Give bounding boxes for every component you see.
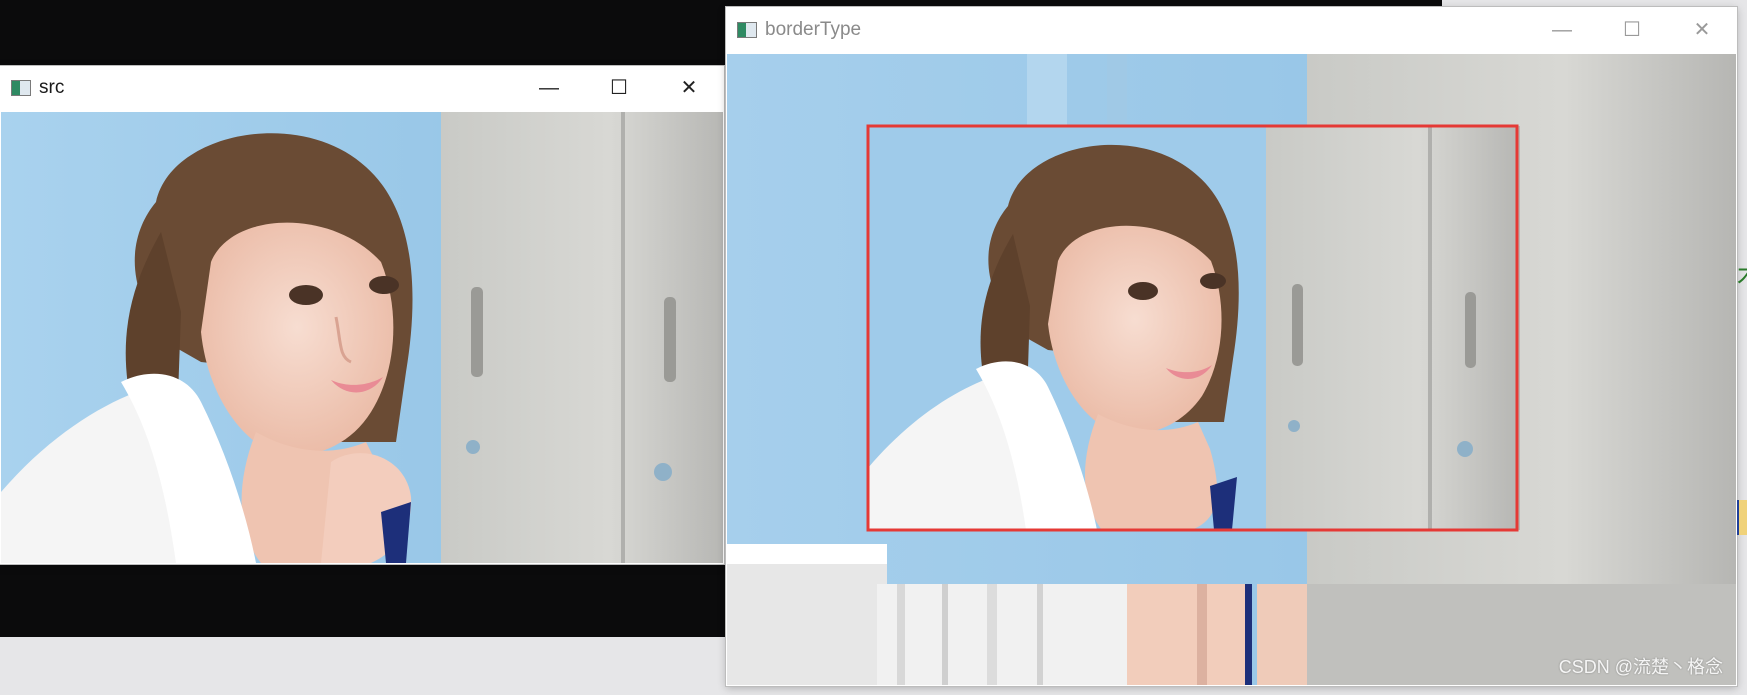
src-image <box>1 112 723 563</box>
watermark-text: CSDN @流楚丶格念 <box>1558 657 1723 677</box>
window-title: borderType <box>765 19 862 40</box>
maximize-icon: ☐ <box>610 77 628 99</box>
minimize-button[interactable]: — <box>1527 7 1597 53</box>
src-titlebar[interactable]: src — ☐ ✕ <box>0 66 724 110</box>
app-icon <box>737 22 757 38</box>
close-button[interactable]: ✕ <box>1667 7 1737 53</box>
app-icon <box>11 80 31 96</box>
src-window[interactable]: src — ☐ ✕ <box>0 66 724 564</box>
minimize-icon: — <box>539 77 559 99</box>
close-button[interactable]: ✕ <box>654 66 724 110</box>
maximize-icon: ☐ <box>1623 19 1641 41</box>
minimize-button[interactable]: — <box>514 66 584 110</box>
bordertype-image: CSDN @流楚丶格念 <box>727 54 1736 685</box>
bordertype-titlebar[interactable]: borderType — ☐ ✕ <box>726 7 1737 53</box>
desktop-black-bottom-left <box>0 563 726 637</box>
close-icon: ✕ <box>1693 19 1711 41</box>
replicated-border-photo <box>727 54 1736 685</box>
bordertype-window[interactable]: borderType — ☐ ✕ CSDN @流楚丶格念 <box>726 7 1737 686</box>
window-title: src <box>39 77 65 98</box>
maximize-button[interactable]: ☐ <box>1597 7 1667 53</box>
minimize-icon: — <box>1552 19 1572 41</box>
edge-partial-strip <box>1737 500 1747 535</box>
maximize-button[interactable]: ☐ <box>584 66 654 110</box>
close-icon: ✕ <box>680 77 698 99</box>
desktop-black-top <box>0 0 726 66</box>
portrait-photo <box>1 112 723 563</box>
edge-partial-text: 木 <box>1737 255 1747 292</box>
